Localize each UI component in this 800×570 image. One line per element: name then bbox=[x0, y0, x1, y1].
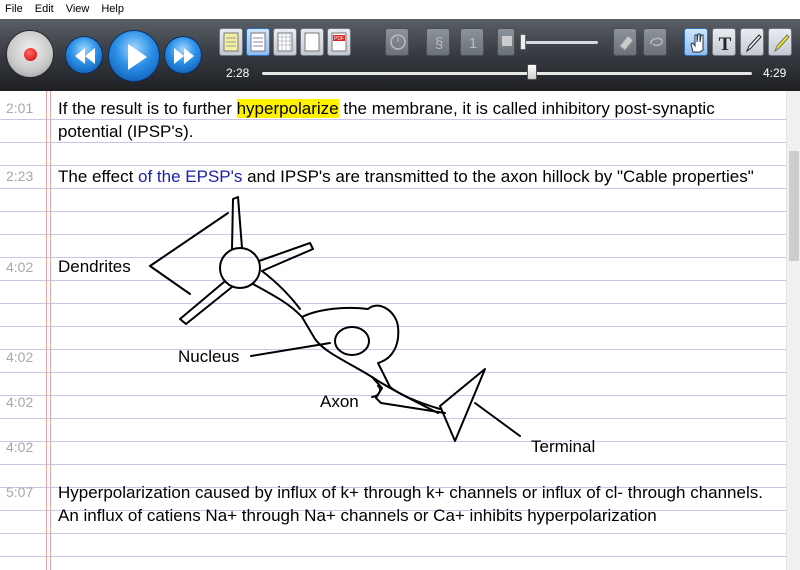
fast-forward-icon bbox=[174, 48, 194, 64]
speed-slider-track[interactable] bbox=[520, 41, 598, 44]
rewind-icon bbox=[75, 48, 95, 64]
dollar-button[interactable]: § bbox=[426, 28, 450, 56]
paper-lined-button[interactable] bbox=[246, 28, 270, 56]
menu-bar: File Edit View Help bbox=[0, 0, 800, 19]
page-number-button[interactable]: 1 bbox=[460, 28, 484, 56]
text-icon: T bbox=[719, 34, 732, 54]
pen-icon bbox=[745, 34, 762, 53]
svg-text:PDF: PDF bbox=[334, 36, 344, 42]
menu-file[interactable]: File bbox=[0, 0, 30, 19]
lasso-button[interactable] bbox=[643, 28, 667, 56]
highlighter-icon bbox=[773, 34, 790, 53]
dendrites-pointer bbox=[149, 212, 229, 267]
menu-view[interactable]: View bbox=[61, 0, 97, 19]
square-icon bbox=[502, 36, 512, 46]
record-icon bbox=[24, 48, 37, 61]
hand-tool-button[interactable] bbox=[684, 28, 708, 56]
dendrite bbox=[231, 196, 243, 250]
rewind-button[interactable] bbox=[65, 36, 103, 74]
menu-help[interactable]: Help bbox=[96, 0, 131, 19]
soma bbox=[219, 247, 261, 289]
paper-blank-button[interactable] bbox=[300, 28, 324, 56]
fast-forward-button[interactable] bbox=[164, 36, 202, 74]
dendrite bbox=[258, 242, 314, 272]
text-tool-button[interactable]: T bbox=[712, 28, 736, 56]
notebook-page[interactable]: 2:01 2:23 4:02 4:02 4:02 4:02 5:07 If th… bbox=[0, 91, 786, 570]
record-button[interactable] bbox=[6, 30, 54, 78]
total-time: 4:29 bbox=[763, 66, 787, 80]
vertical-scrollbar[interactable] bbox=[786, 91, 800, 570]
menu-edit[interactable]: Edit bbox=[30, 0, 61, 19]
pdf-button[interactable]: PDF bbox=[327, 28, 351, 56]
dollar-icon: § bbox=[435, 35, 443, 52]
pdf-icon: PDF bbox=[331, 32, 347, 52]
dendrites-label: Dendrites bbox=[58, 257, 131, 276]
nucleus-pointer bbox=[250, 342, 331, 357]
stroke-width-button[interactable] bbox=[497, 28, 515, 56]
terminal-label: Terminal bbox=[531, 437, 596, 456]
svg-text:T: T bbox=[719, 34, 732, 54]
number-icon: 1 bbox=[469, 35, 477, 52]
dendrite bbox=[179, 281, 233, 325]
blank-paper-icon bbox=[304, 32, 320, 52]
eraser-icon bbox=[619, 35, 634, 51]
current-time: 2:28 bbox=[226, 66, 250, 80]
cell-body bbox=[252, 283, 441, 410]
axon-label: Axon bbox=[320, 392, 359, 411]
axon-pointer bbox=[371, 385, 381, 398]
grid-paper-icon bbox=[277, 32, 293, 52]
play-icon bbox=[128, 44, 147, 70]
nucleus bbox=[334, 326, 370, 356]
scrollbar-thumb[interactable] bbox=[789, 151, 799, 261]
dendrites-pointer bbox=[149, 265, 191, 295]
hand-icon bbox=[690, 33, 704, 53]
play-button[interactable] bbox=[108, 30, 160, 82]
yellow-paper-icon bbox=[223, 32, 239, 52]
highlighter-button[interactable] bbox=[768, 28, 792, 56]
clock-icon bbox=[390, 34, 406, 50]
seek-bar[interactable] bbox=[262, 72, 752, 75]
paper-grid-button[interactable] bbox=[273, 28, 297, 56]
pen-tool-button[interactable] bbox=[740, 28, 764, 56]
speed-slider-thumb[interactable] bbox=[520, 34, 526, 50]
terminal-pointer bbox=[474, 402, 521, 437]
toolbar: PDF § 1 T 2:28 4:29 bbox=[0, 19, 800, 91]
svg-text:§: § bbox=[435, 35, 443, 52]
svg-text:1: 1 bbox=[469, 35, 477, 52]
eraser-button[interactable] bbox=[613, 28, 637, 56]
timer-button[interactable] bbox=[385, 28, 409, 56]
paper-yellow-button[interactable] bbox=[219, 28, 243, 56]
lasso-icon bbox=[650, 37, 663, 47]
lined-paper-icon bbox=[250, 32, 266, 52]
nucleus-label: Nucleus bbox=[178, 347, 240, 366]
seek-thumb[interactable] bbox=[526, 64, 537, 80]
note-text: Hyperpolarization caused by influx of k+… bbox=[58, 483, 763, 525]
